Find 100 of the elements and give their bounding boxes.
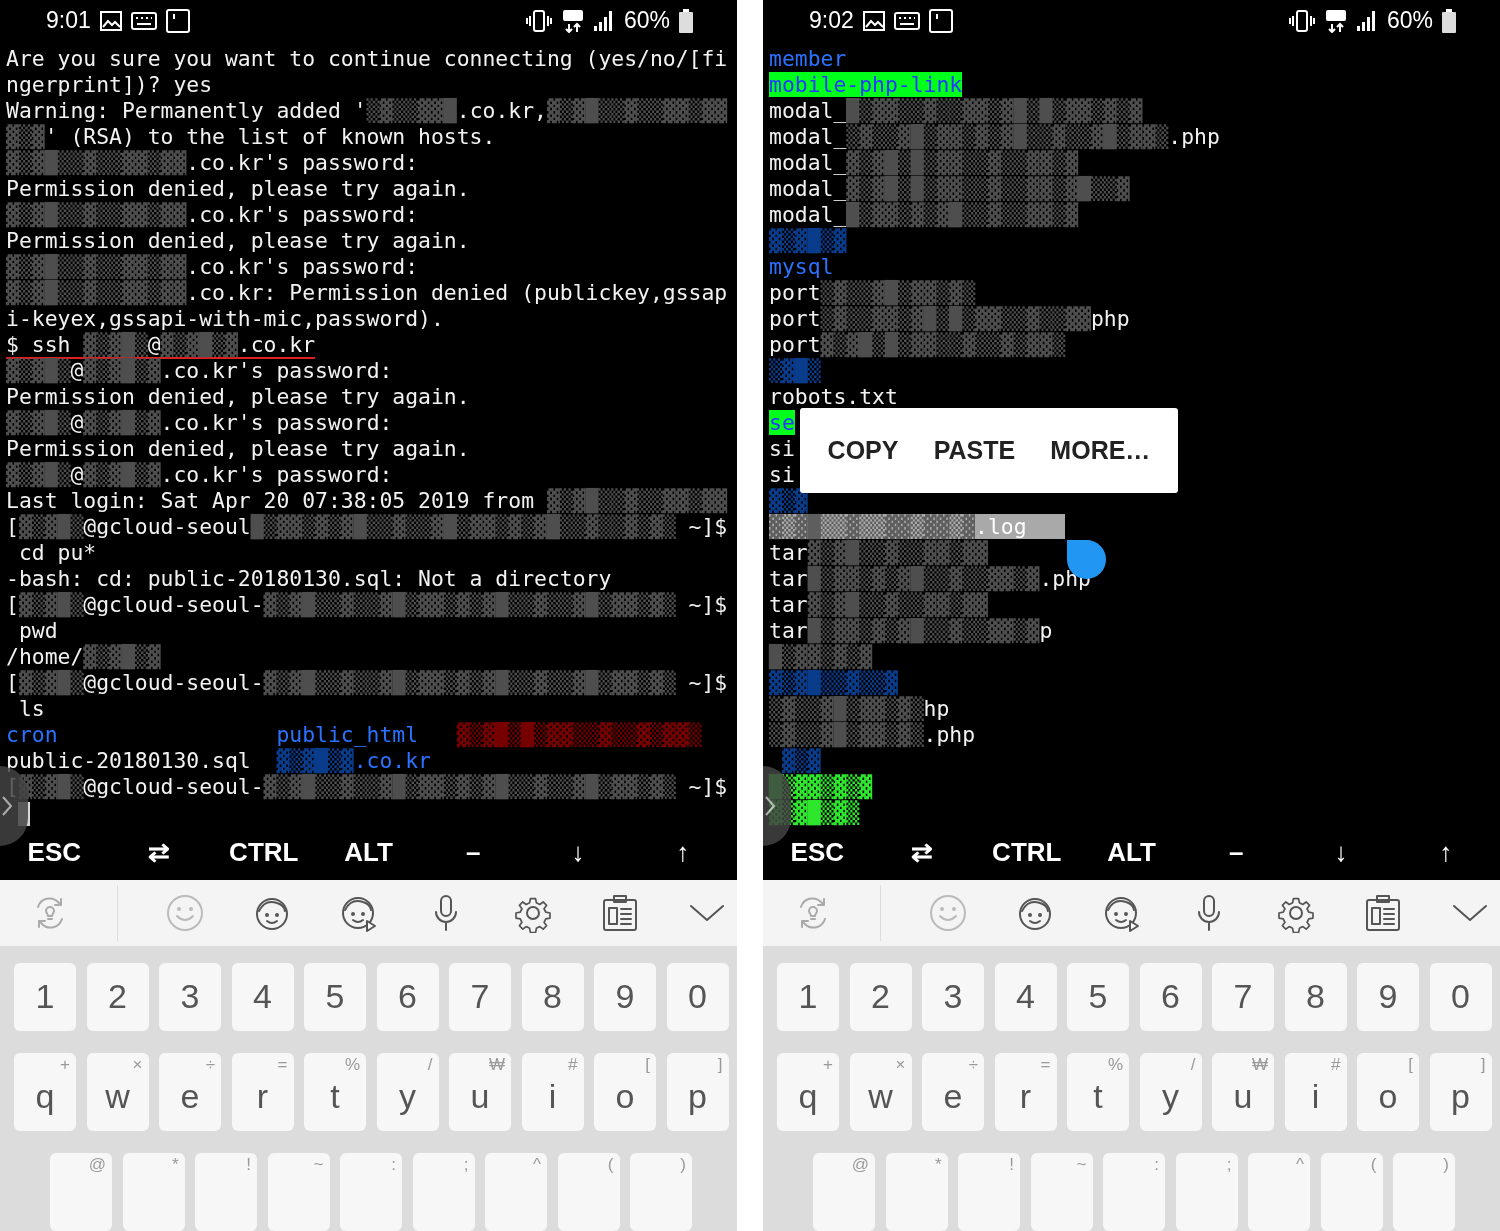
- redacted-text: ▓▒▓█▒▒▓▒▒▓▓▒▓▓: [6, 201, 187, 227]
- terminal-text: ls: [17, 695, 45, 721]
- keyboard-key[interactable]: o [: [594, 1053, 656, 1131]
- keyboard-key[interactable]: 0: [666, 963, 729, 1031]
- extra-key[interactable]: ↑: [672, 837, 694, 869]
- redacted-text: ▓▒▓█▒: [6, 357, 71, 383]
- keyboard-key[interactable]: 4: [994, 963, 1057, 1031]
- redacted-text: ▓▒▓█▒▒▓▒▒▓▓▒▓▓: [807, 539, 988, 565]
- terminal-text: i-keyex,gssapi-with-mic,password).: [6, 305, 444, 331]
- keyboard-key[interactable]: 4: [231, 963, 294, 1031]
- extra-key[interactable]: ALT: [1103, 837, 1160, 869]
- terminal-text: robots.txt: [769, 383, 898, 409]
- vibrate-icon: [524, 8, 553, 33]
- keyboard-key[interactable]: 6: [376, 963, 439, 1031]
- keyboard-key[interactable]: y /: [1139, 1053, 1202, 1131]
- redacted-text: ▓▒▓█▒: [18, 513, 84, 539]
- keyboard-key[interactable]: r =: [994, 1053, 1057, 1131]
- redacted-text: ▓▒▓█▒: [18, 669, 84, 695]
- keyboard-key[interactable]: 3: [159, 963, 221, 1031]
- redacted-text: ▓▒▓█▒▒▓▒▒▓▓▒▓▓: [546, 97, 728, 123]
- redacted-text: ▓▒▓█▒: [6, 409, 71, 435]
- keyboard-key[interactable]: 2: [86, 963, 149, 1031]
- keyboard-key[interactable]: 1: [777, 963, 839, 1031]
- keyboard-key[interactable]: 7: [1212, 963, 1274, 1031]
- extra-key[interactable]: CTRL: [225, 837, 303, 869]
- keyboard-key[interactable]: 8: [521, 963, 584, 1031]
- menu-item[interactable]: MORE…: [1050, 435, 1151, 465]
- keyboard-key[interactable]: 0: [1429, 963, 1492, 1031]
- redacted-text: ▓▒▓█▒█▒▓▓▒▒▓▒▒▓▒▓▓▒: [820, 331, 1066, 357]
- redacted-text: ▓▒▓█▒▓: [276, 747, 354, 773]
- keyboard-key[interactable]: t %: [304, 1053, 366, 1131]
- keyboard-key[interactable]: 3: [922, 963, 984, 1031]
- terminal-text: Permission denied, please try again.: [6, 227, 470, 253]
- redacted-text: ▓▒▓█▒▒▓▒▒▓▓▒▓▓: [6, 279, 187, 305]
- keyboard-key[interactable]: 6: [1139, 963, 1202, 1031]
- terminal-text: @gcloud-seoul-: [83, 773, 264, 799]
- keyboard-key[interactable]: w ×: [86, 1053, 149, 1131]
- keyboard-key[interactable]: q +: [14, 1053, 76, 1131]
- keyboard-key[interactable]: p ]: [666, 1053, 729, 1131]
- extra-key[interactable]: –: [1224, 837, 1248, 869]
- terminal-text: php: [1090, 305, 1130, 331]
- redacted-text: ▓▒▓█▒▓: [769, 227, 847, 253]
- extra-key[interactable]: ↓: [1330, 837, 1352, 869]
- terminal-text: @gcloud-seoul-: [83, 591, 264, 617]
- extra-key[interactable]: CTRL: [988, 837, 1066, 869]
- keyboard-key[interactable]: i #: [1284, 1053, 1347, 1131]
- redacted-text: ▓▒▓█▒█▒▓▓▒▒▓▒▒▓▒▓▓▒: [456, 721, 702, 747]
- keyboard-key[interactable]: 7: [449, 963, 511, 1031]
- selected-redacted-text: ▓▒▓█▒▒▓▒▒▓▓▒▓▓▒▓: [769, 513, 976, 539]
- redacted-text: █▒▓▓▒▓▒▓: [769, 773, 873, 799]
- extra-key[interactable]: ALT: [340, 837, 397, 869]
- keyboard-key[interactable]: u ₩: [449, 1053, 511, 1131]
- keyboard-key[interactable]: 9: [1357, 963, 1419, 1031]
- keyboard-key[interactable]: u ₩: [1212, 1053, 1274, 1131]
- sd-card-icon: [165, 8, 190, 33]
- extra-key[interactable]: ↓: [567, 837, 589, 869]
- terminal-text: Are you sure you want to continue connecting (yes/no/[fi: [6, 45, 728, 71]
- terminal-text: .co.kr's password:: [160, 357, 393, 383]
- terminal-text: Permission denied, please try again.: [6, 383, 470, 409]
- keyboard-key[interactable]: e ÷: [922, 1053, 984, 1131]
- keyboard-key[interactable]: w ×: [849, 1053, 912, 1131]
- keyboard-key[interactable]: r =: [231, 1053, 294, 1131]
- redacted-text: ▓▒▓█▒▒▓▒▒▓▓▒▓▓: [6, 149, 187, 175]
- extra-key[interactable]: –: [461, 837, 485, 869]
- terminal-text: si: [769, 435, 795, 461]
- extra-key[interactable]: ⇄: [144, 837, 175, 869]
- menu-item[interactable]: PASTE: [933, 435, 1016, 465]
- directory-name: .co.kr: [353, 747, 431, 773]
- keyboard-key[interactable]: e ÷: [159, 1053, 221, 1131]
- keyboard-key[interactable]: o [: [1357, 1053, 1419, 1131]
- keyboard-key[interactable]: q +: [777, 1053, 839, 1131]
- keyboard-key[interactable]: 2: [849, 963, 912, 1031]
- keyboard-key[interactable]: 9: [594, 963, 656, 1031]
- keyboard-key[interactable]: 8: [1284, 963, 1347, 1031]
- keyboard-key[interactable]: 5: [1067, 963, 1129, 1031]
- directory-name: cron: [6, 721, 58, 747]
- extra-key[interactable]: ESC: [786, 837, 849, 869]
- extra-key[interactable]: ESC: [23, 837, 86, 869]
- clipboard-icon[interactable]: [1363, 892, 1403, 933]
- extra-key[interactable]: ⇄: [907, 837, 938, 869]
- terminal-text: port: [769, 305, 821, 331]
- terminal-text: /home/: [6, 643, 84, 669]
- terminal-text: .co.kr's password:: [186, 149, 419, 175]
- redacted-text: ▓▒▓█▒▓: [83, 357, 161, 383]
- battery-icon: [679, 8, 693, 33]
- keyboard-key[interactable]: t %: [1067, 1053, 1129, 1131]
- keyboard-key[interactable]: i #: [521, 1053, 584, 1131]
- keyboard-key[interactable]: 1: [14, 963, 76, 1031]
- clipboard-icon[interactable]: [600, 892, 640, 933]
- terminal-text: public-20180130.sql: [6, 747, 251, 773]
- terminal-text: [: [6, 669, 19, 695]
- redacted-text: █▒▓▓▒▒▓▒▒▓▓▒▓█▒█▒▓▓▒▓▒▓: [846, 97, 1143, 123]
- redacted-text: ▓▒▓█▒▓: [83, 461, 161, 487]
- redacted-text: █▒▓▓▒▓▒▓: [769, 643, 873, 669]
- menu-item[interactable]: COPY: [827, 435, 899, 465]
- keyboard-key[interactable]: 5: [304, 963, 366, 1031]
- redacted-text: ▓▒▓: [769, 487, 808, 513]
- extra-key[interactable]: ↑: [1435, 837, 1457, 869]
- keyboard-key[interactable]: y /: [376, 1053, 439, 1131]
- keyboard-key[interactable]: p ]: [1429, 1053, 1492, 1131]
